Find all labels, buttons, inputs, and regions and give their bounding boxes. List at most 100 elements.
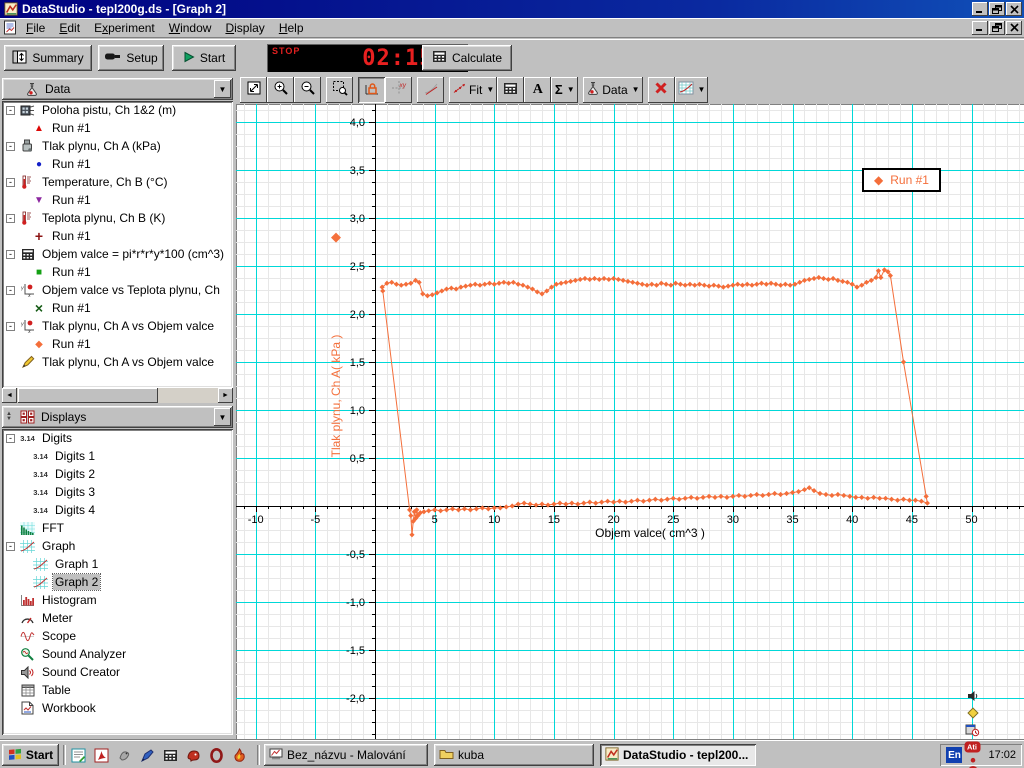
collapse-toggle[interactable]: - (6, 433, 15, 443)
display-item-workbook[interactable]: Workbook (2, 699, 233, 717)
chevron-down-icon[interactable]: ▼ (484, 85, 494, 94)
scroll-left-icon[interactable]: ◄ (2, 388, 17, 403)
displays-panel-header[interactable]: ▲ ▼ Displays ▼ (2, 406, 233, 428)
scroll-right-icon[interactable]: ► (218, 388, 233, 403)
menu-display[interactable]: Display (218, 19, 271, 37)
notes-shortcut-icon[interactable] (68, 745, 89, 765)
text-tool-button[interactable]: A (524, 76, 552, 103)
zoom-select-button[interactable] (326, 76, 353, 103)
y-axis-label[interactable]: Tlak plynu, Ch A( kPa ) (329, 335, 343, 458)
task-button-kuba[interactable]: kuba (434, 744, 594, 766)
legend[interactable]: ◆ Run #1 (862, 168, 941, 192)
tree-item-tlak-plynu-ch-a-vs-objem-valce[interactable]: Tlak plynu, Ch A vs Objem valce (2, 353, 233, 371)
document-icon[interactable] (2, 20, 19, 35)
displays-panel-menu-arrow[interactable]: ▼ (214, 408, 231, 426)
display-item-sound-creator[interactable]: Sound Creator (2, 663, 233, 681)
red-user-icon[interactable] (964, 755, 981, 768)
panel-splitter-handle[interactable]: ▲ ▼ (4, 411, 14, 422)
data-menu-button[interactable]: Data ▼ (583, 76, 643, 103)
menu-window[interactable]: Window (162, 19, 219, 37)
graph-settings-button[interactable]: ▼ (674, 76, 709, 103)
display-item-graph-2[interactable]: Graph 2 (2, 573, 233, 591)
tree-item-tlak-plynu-ch-a-vs-objem-valce[interactable]: - y x Tlak plynu, Ch A vs Objem valce (2, 317, 233, 335)
task-button-datastudio-tepl200[interactable]: DataStudio - tepl200... (600, 744, 756, 766)
collapse-toggle[interactable]: - (6, 105, 15, 115)
setup-button[interactable]: Setup (98, 45, 164, 71)
calculator-app-icon[interactable] (160, 745, 181, 765)
display-item-meter[interactable]: Meter (2, 609, 233, 627)
acrobat-icon[interactable] (91, 745, 112, 765)
opera-icon[interactable] (206, 745, 227, 765)
display-item-digits[interactable]: -3.14 Digits (2, 429, 233, 447)
display-item-table[interactable]: Table (2, 681, 233, 699)
zoom-out-button[interactable] (294, 76, 321, 103)
zoom-in-button[interactable] (267, 76, 294, 103)
display-item-fft[interactable]: FFT (2, 519, 233, 537)
display-item-digits-3[interactable]: 3.14 Digits 3 (2, 483, 233, 501)
chevron-down-icon[interactable]: ▼ (565, 85, 575, 94)
display-item-graph[interactable]: - Graph (2, 537, 233, 555)
winamp-flame-icon[interactable] (229, 745, 250, 765)
tree-item-run-1[interactable]: × Run #1 (2, 299, 233, 317)
tree-item-temperature-ch-b-c[interactable]: - Temperature, Ch B (°C) (2, 173, 233, 191)
ink-pen-icon[interactable] (137, 745, 158, 765)
collapse-toggle[interactable]: - (6, 249, 15, 259)
menu-help[interactable]: Help (272, 19, 311, 37)
data-panel-header[interactable]: Data ▼ (2, 78, 233, 100)
tree-item-run-1[interactable]: ◆ Run #1 (2, 335, 233, 353)
scrollbar-thumb[interactable] (18, 388, 158, 403)
child-restore-button[interactable] (989, 20, 1005, 35)
bird-app-icon[interactable] (114, 745, 135, 765)
tree-item-run-1[interactable]: ● Run #1 (2, 155, 233, 173)
task-button-bez-n-zvu-malov-n[interactable]: Bez_názvu - Malování (264, 744, 428, 766)
menu-file[interactable]: File (19, 19, 52, 37)
start-menu-button[interactable]: Start (2, 744, 59, 766)
menu-edit[interactable]: Edit (52, 19, 87, 37)
data-tree-hscrollbar[interactable]: ◄ ► (2, 388, 233, 403)
display-item-histogram[interactable]: Histogram (2, 591, 233, 609)
tree-item-tlak-plynu-ch-a-kpa[interactable]: - Tlak plynu, Ch A (kPa) (2, 137, 233, 155)
fit-menu-button[interactable]: Fit ▼ (449, 76, 498, 103)
minimize-button[interactable] (972, 2, 988, 16)
chevron-down-icon[interactable]: ▼ (630, 85, 640, 94)
x-axis-label[interactable]: Objem valce( cm^3 ) (595, 526, 705, 540)
tree-item-poloha-pistu-ch-1-2-m[interactable]: - Poloha pistu, Ch 1&2 (m) (2, 101, 233, 119)
display-item-scope[interactable]: Scope (2, 627, 233, 645)
tree-item-run-1[interactable]: + Run #1 (2, 227, 233, 245)
chevron-down-icon[interactable]: ▼ (696, 85, 706, 94)
smart-tool-button[interactable]: xy (385, 76, 412, 103)
slope-tool-button[interactable] (417, 76, 444, 103)
collapse-toggle[interactable]: - (6, 321, 15, 331)
delete-button[interactable] (647, 76, 675, 103)
data-panel-menu-arrow[interactable]: ▼ (214, 80, 231, 98)
antivirus-diamond-icon[interactable] (964, 704, 981, 721)
collapse-toggle[interactable]: - (6, 541, 15, 551)
menu-experiment[interactable]: Experiment (87, 19, 162, 37)
close-button[interactable] (1006, 2, 1022, 16)
summary-button[interactable]: Summary (4, 45, 92, 71)
calculate-button[interactable]: Calculate (422, 45, 512, 71)
ati-icon[interactable]: Ati (964, 738, 981, 755)
plot-canvas[interactable]: -10 -5 5 10 15 20 25 30 35 40 45 50 4,0 3,5 3,0 2,5 2,0 1… (236, 104, 1024, 740)
tree-item-run-1[interactable]: ■ Run #1 (2, 263, 233, 281)
axis-lock-button[interactable] (358, 76, 385, 103)
tree-item-run-1[interactable]: ▲ Run #1 (2, 119, 233, 137)
start-measure-button[interactable]: Start (172, 45, 236, 71)
dragon-app-icon[interactable] (183, 745, 204, 765)
tree-item-run-1[interactable]: ▼ Run #1 (2, 191, 233, 209)
volume-icon[interactable] (964, 687, 981, 704)
collapse-toggle[interactable]: - (6, 141, 15, 151)
keyboard-language-indicator[interactable]: En (946, 747, 963, 763)
scale-to-fit-button[interactable] (240, 76, 267, 103)
calculate-tool-button[interactable] (497, 76, 525, 103)
tree-item-objem-valce-vs-teplota-plynu-ch[interactable]: - y x Objem valce vs Teplota plynu, Ch (2, 281, 233, 299)
restore-button[interactable] (989, 2, 1005, 16)
display-item-sound-analyzer[interactable]: Sound Analyzer (2, 645, 233, 663)
display-item-graph-1[interactable]: Graph 1 (2, 555, 233, 573)
collapse-toggle[interactable]: - (6, 177, 15, 187)
display-item-digits-2[interactable]: 3.14 Digits 2 (2, 465, 233, 483)
child-minimize-button[interactable] (972, 20, 988, 35)
display-item-digits-1[interactable]: 3.14 Digits 1 (2, 447, 233, 465)
task-scheduler-icon[interactable] (964, 721, 981, 738)
display-item-digits-4[interactable]: 3.14 Digits 4 (2, 501, 233, 519)
